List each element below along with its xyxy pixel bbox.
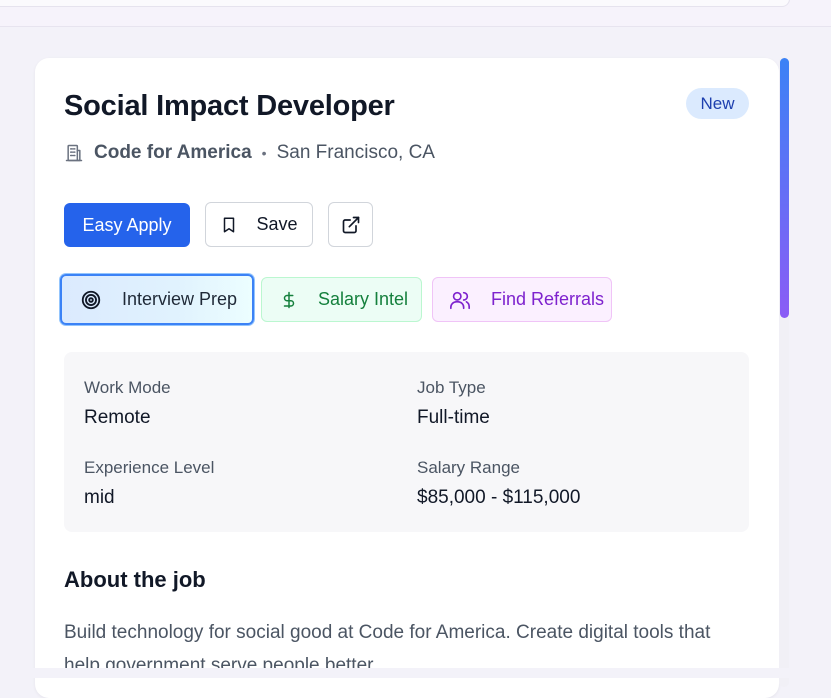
experience-level-label: Experience Level [84, 458, 215, 477]
target-icon [80, 289, 102, 311]
meta-separator: • [261, 145, 267, 161]
company-name[interactable]: Code for America [94, 142, 252, 164]
find-referrals-button[interactable]: Find Referrals [432, 277, 612, 322]
salary-range-label: Salary Range [417, 458, 521, 477]
interview-prep-button[interactable]: Interview Prep [60, 274, 254, 325]
dollar-icon [280, 289, 298, 311]
job-title: Social Impact Developer [64, 90, 395, 122]
job-type-label: Job Type [417, 378, 486, 397]
external-link-icon [341, 215, 361, 235]
users-icon [449, 289, 471, 311]
scrollbar-thumb[interactable] [780, 58, 789, 318]
bottom-edge [0, 668, 831, 678]
about-heading: About the job [64, 567, 206, 592]
top-header-strip [0, 0, 831, 27]
work-mode-value: Remote [84, 407, 151, 428]
job-meta: Code for America • San Francisco, CA [64, 140, 435, 166]
new-badge: New [686, 88, 749, 119]
building-icon [64, 143, 84, 163]
interview-prep-label: Interview Prep [122, 289, 238, 309]
save-button[interactable]: Save [205, 202, 313, 247]
salary-range-value: $85,000 - $115,000 [417, 487, 581, 508]
salary-intel-label: Salary Intel [318, 289, 409, 309]
easy-apply-button[interactable]: Easy Apply [64, 203, 190, 247]
save-label: Save [256, 214, 298, 234]
find-referrals-label: Find Referrals [491, 289, 605, 309]
work-mode-label: Work Mode [84, 378, 171, 397]
job-type-value: Full-time [417, 407, 490, 428]
experience-level-value: mid [84, 487, 115, 508]
bookmark-icon [220, 215, 256, 235]
salary-intel-button[interactable]: Salary Intel [261, 277, 422, 322]
top-header-bar [0, 0, 790, 7]
open-external-button[interactable] [328, 202, 373, 247]
job-location: San Francisco, CA [276, 142, 435, 163]
